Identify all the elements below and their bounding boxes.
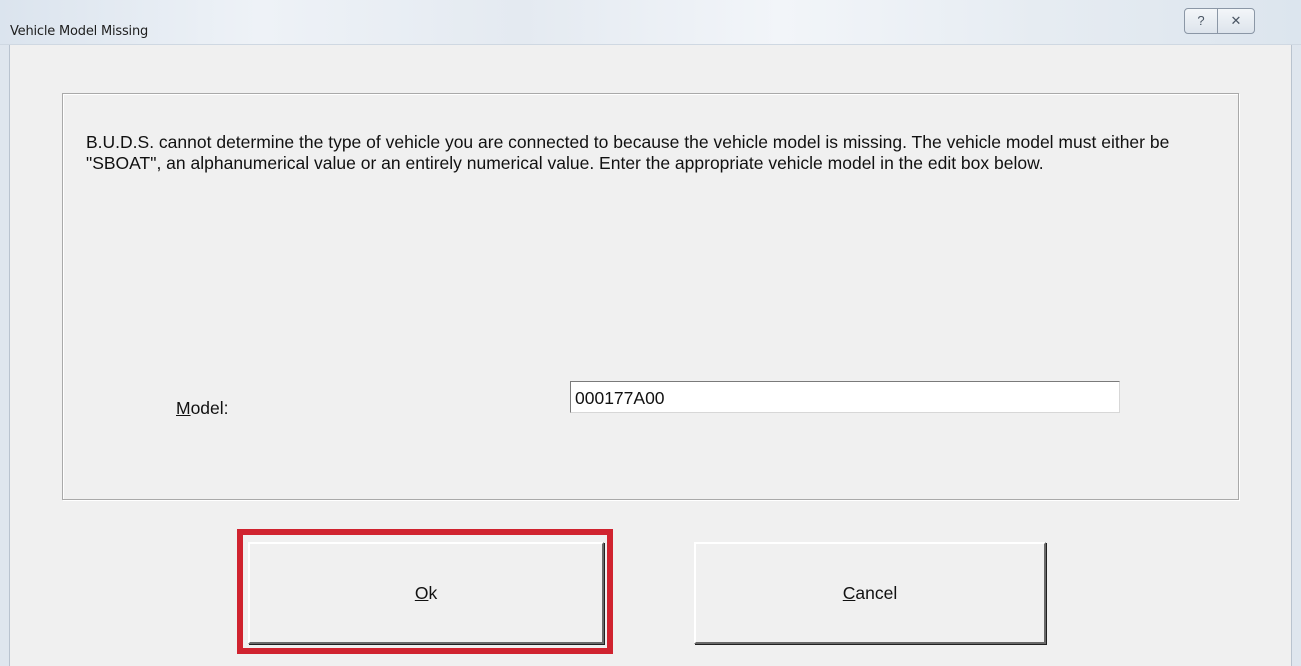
ok-button-rest: k [428,583,438,603]
cancel-button-mnemonic: C [842,583,856,603]
model-label-rest: odel: [190,398,229,418]
cancel-button[interactable]: Cancel [694,542,1046,644]
model-input[interactable] [570,381,1120,413]
window-title: Vehicle Model Missing [10,24,149,39]
message-text: B.U.D.S. cannot determine the type of ve… [86,132,1170,173]
close-icon: ✕ [1230,13,1242,28]
title-bar[interactable]: Vehicle Model Missing ? ✕ [0,0,1301,45]
dialog-window: Vehicle Model Missing ? ✕ B.U.D.S. canno… [0,0,1301,666]
close-button[interactable]: ✕ [1217,8,1255,34]
model-label-mnemonic: M [176,398,191,418]
cancel-button-rest: ancel [855,583,898,603]
help-button[interactable]: ? [1184,8,1218,34]
ok-button[interactable]: Ok [248,542,604,644]
help-icon: ? [1197,13,1205,28]
ok-button-mnemonic: O [414,583,429,603]
model-label: Model: [176,398,229,419]
